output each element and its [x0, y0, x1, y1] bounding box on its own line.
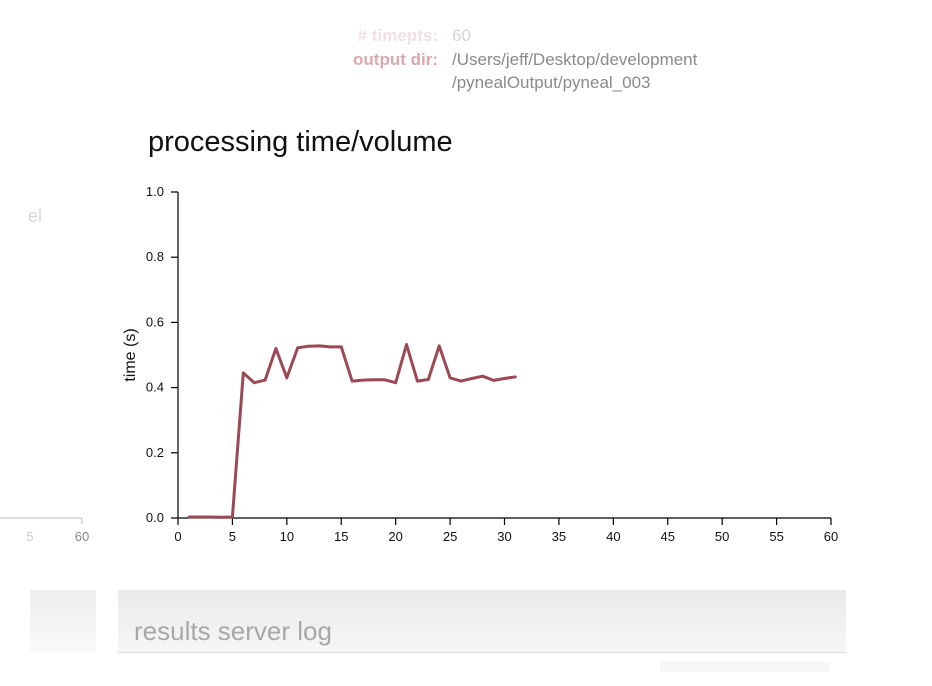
data-point	[307, 344, 310, 348]
y-tick-label: 0.6	[146, 314, 164, 329]
data-point	[503, 377, 506, 380]
series-layer	[187, 343, 517, 519]
data-point	[448, 376, 452, 380]
data-point	[198, 515, 202, 519]
data-point	[252, 381, 256, 385]
bottom-fade	[660, 662, 830, 672]
data-point	[416, 379, 419, 383]
data-point	[383, 378, 387, 382]
data-point	[361, 378, 365, 382]
x-tick-label: 35	[552, 529, 566, 544]
y-tick-label: 0.4	[146, 380, 164, 395]
processing-time-line	[188, 343, 516, 519]
data-point	[405, 343, 408, 346]
y-tick-label: 1.0	[146, 184, 164, 199]
x-tick-label: 0	[174, 529, 181, 544]
data-point	[492, 379, 496, 382]
data-point	[470, 377, 474, 380]
x-tick-label: 20	[388, 529, 402, 544]
data-point	[263, 378, 267, 382]
data-point	[372, 378, 376, 382]
results-server-log-title: results server log	[134, 616, 332, 646]
data-point	[241, 371, 245, 375]
data-point	[394, 381, 398, 385]
x-tick-label: 55	[769, 529, 783, 544]
data-point	[187, 515, 191, 519]
left-log-panel	[30, 590, 96, 652]
data-point	[350, 379, 354, 383]
x-tick-label: 10	[280, 529, 294, 544]
x-tick-label: 45	[661, 529, 675, 544]
data-point	[459, 379, 463, 383]
data-point	[318, 344, 321, 348]
data-point	[296, 346, 300, 350]
y-axis-label: time (s)	[122, 328, 139, 381]
data-point	[426, 378, 430, 381]
x-tick-label: 25	[443, 529, 457, 544]
data-point	[481, 374, 485, 378]
results-server-log-panel: results server log	[118, 590, 846, 653]
x-axis: 0 5 10 15 20 25 30 35 40 45 50 55 60	[174, 517, 838, 544]
y-tick-label: 0.0	[146, 510, 164, 525]
processing-time-chart: 0.0 0.2 0.4 0.6 0.8 1.0 0 5 10 15 20 25 30 35 40 45 50 5…	[122, 184, 838, 544]
data-point	[328, 345, 332, 349]
y-tick-label: 0.8	[146, 249, 164, 264]
x-tick-label: 5	[229, 529, 236, 544]
data-point	[209, 515, 213, 519]
data-point	[437, 344, 441, 348]
y-axis: 0.0 0.2 0.4 0.6 0.8 1.0	[146, 184, 179, 525]
x-tick-label: 50	[715, 529, 729, 544]
y-tick-label: 0.2	[146, 445, 164, 460]
data-point	[274, 347, 278, 350]
data-point	[220, 515, 223, 519]
x-tick-label: 60	[824, 529, 838, 544]
x-tick-label: 30	[497, 529, 511, 544]
data-point	[339, 345, 343, 349]
x-tick-label: 15	[334, 529, 348, 544]
data-point	[285, 376, 289, 380]
x-tick-label: 40	[606, 529, 620, 544]
data-point	[231, 515, 234, 519]
data-point	[513, 375, 517, 379]
